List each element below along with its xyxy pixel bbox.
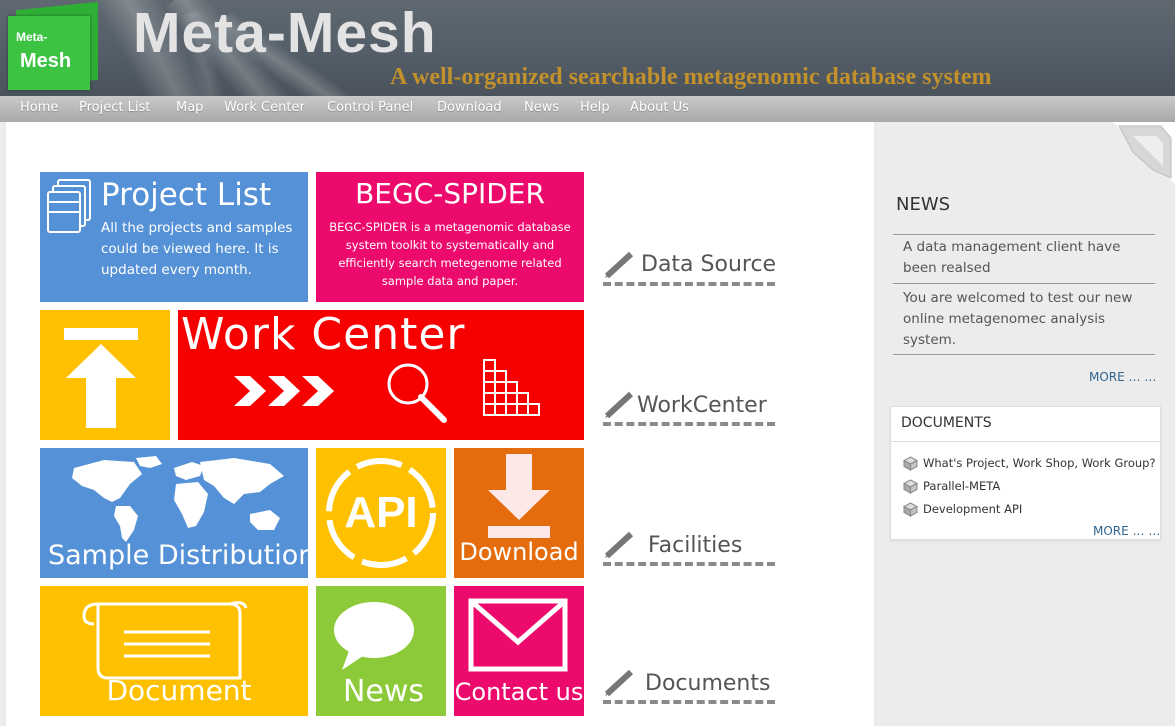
nav-project-list[interactable]: Project List	[79, 100, 150, 115]
site-header: Meta- Mesh Meta-Mesh A well-organized se…	[0, 0, 1175, 96]
tile-project-list[interactable]: Project List All the projects and sample…	[40, 172, 308, 302]
tile-api-title: API	[344, 488, 418, 537]
download-arrow-icon	[488, 454, 550, 538]
chevrons-icon	[234, 376, 334, 406]
nav-home[interactable]: Home	[20, 100, 58, 115]
pencil-icon	[604, 531, 634, 559]
news-item[interactable]: You are welcomed to test our new online …	[903, 288, 1143, 351]
cube-icon	[903, 479, 918, 494]
tile-upload[interactable]	[40, 310, 170, 440]
doc-item[interactable]: Parallel-META	[903, 479, 1000, 494]
tile-work-center[interactable]: Work Center	[178, 310, 584, 440]
bar-grid-icon	[483, 359, 540, 416]
tile-contact-title: Contact us	[454, 678, 584, 706]
tile-sample-distribution-title: Sample Distribution	[48, 540, 308, 571]
section-data-source[interactable]: Data Source	[641, 252, 776, 277]
documents-heading: DOCUMENTS	[901, 415, 992, 431]
dashed-divider	[603, 562, 775, 566]
tile-project-list-title: Project List	[101, 177, 272, 213]
tile-document[interactable]: Document	[40, 586, 308, 716]
scroll-document-icon	[82, 601, 248, 680]
news-heading: NEWS	[896, 194, 951, 215]
logo-text-bottom: Mesh	[20, 50, 72, 72]
tile-news-title: News	[342, 674, 425, 709]
section-facilities[interactable]: Facilities	[648, 533, 742, 558]
doc-item[interactable]: Development API	[903, 502, 1022, 517]
news-divider	[893, 234, 1155, 235]
tile-project-list-description: All the projects and samples could be vi…	[101, 220, 293, 278]
news-divider	[893, 354, 1155, 355]
upload-arrow-icon	[64, 328, 138, 428]
nav-control-panel[interactable]: Control Panel	[327, 100, 413, 115]
documents-panel: DOCUMENTS What's Project, Work Shop, Wor…	[890, 406, 1161, 540]
tile-news[interactable]: News	[316, 586, 446, 716]
speech-bubble-icon	[334, 602, 414, 670]
section-documents[interactable]: Documents	[645, 671, 770, 696]
tile-download-title: Download	[459, 538, 579, 566]
tile-api[interactable]: API	[316, 448, 446, 578]
nav-download[interactable]: Download	[437, 100, 502, 115]
nav-work-center[interactable]: Work Center	[224, 100, 305, 115]
envelope-icon	[468, 598, 568, 672]
magnifier-icon	[387, 363, 447, 423]
nav-map[interactable]: Map	[176, 100, 203, 115]
pencil-icon	[604, 669, 634, 697]
stacked-pages-icon	[47, 179, 91, 233]
site-logo[interactable]: Meta- Mesh	[8, 1, 100, 90]
dashed-divider	[603, 700, 775, 704]
site-title: Meta-Mesh	[133, 1, 437, 65]
section-workcenter[interactable]: WorkCenter	[637, 393, 767, 418]
news-divider	[893, 283, 1155, 284]
nav-news[interactable]: News	[524, 100, 559, 115]
pencil-icon	[604, 391, 634, 419]
nav-about-us[interactable]: About Us	[630, 100, 689, 115]
world-map-icon	[72, 456, 284, 542]
tile-begc-spider[interactable]: BEGC-SPIDER BEGC-SPIDER is a metagenomic…	[316, 172, 584, 302]
tile-download[interactable]: Download	[454, 448, 584, 578]
tile-begc-description: BEGC-SPIDER is a metagenomic database sy…	[329, 220, 571, 288]
nav-help[interactable]: Help	[580, 100, 610, 115]
documents-more-link[interactable]: MORE … …	[1093, 524, 1160, 538]
tile-work-center-title: Work Center	[181, 310, 466, 360]
page-fold-decoration	[1113, 122, 1175, 184]
news-more-link[interactable]: MORE … …	[1089, 370, 1156, 384]
cube-icon	[903, 456, 918, 471]
doc-item[interactable]: What's Project, Work Shop, Work Group?	[903, 456, 1156, 471]
tile-sample-distribution[interactable]: Sample Distribution	[40, 448, 308, 578]
cube-icon	[903, 502, 918, 517]
tile-contact-us[interactable]: Contact us	[454, 586, 584, 716]
tile-document-title: Document	[106, 674, 252, 707]
site-tagline: A well-organized searchable metagenomic …	[390, 64, 992, 90]
main-nav: Home Project List Map Work Center Contro…	[0, 96, 1175, 122]
news-item[interactable]: A data management client have been reals…	[903, 237, 1143, 279]
dashed-divider	[603, 282, 775, 286]
dashed-divider	[603, 422, 775, 426]
tile-begc-title: BEGC-SPIDER	[355, 177, 545, 210]
logo-text-top: Meta-	[16, 30, 48, 44]
pencil-icon	[604, 251, 634, 279]
